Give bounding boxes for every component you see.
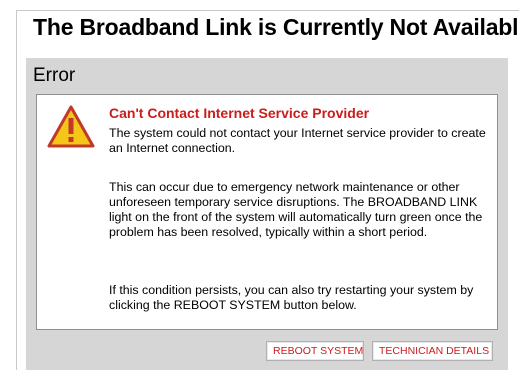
error-paragraph: The system could not contact your Intern… (109, 126, 486, 155)
error-heading: Can't Contact Internet Service Provider (109, 105, 370, 121)
error-panel: Error Can't Contact Internet Service Pro… (26, 58, 508, 370)
technician-details-button[interactable]: TECHNICIAN DETAILS (372, 341, 493, 361)
reboot-system-button[interactable]: REBOOT SYSTEM (266, 341, 364, 361)
panel-header: Error (33, 65, 76, 86)
warning-icon (46, 104, 96, 150)
page-title: The Broadband Link is Currently Not Avai… (33, 14, 519, 40)
error-paragraph: If this condition persists, you can also… (109, 283, 474, 312)
error-paragraph: This can occur due to emergency network … (109, 180, 483, 239)
error-message-box: Can't Contact Internet Service Provider … (36, 94, 498, 330)
